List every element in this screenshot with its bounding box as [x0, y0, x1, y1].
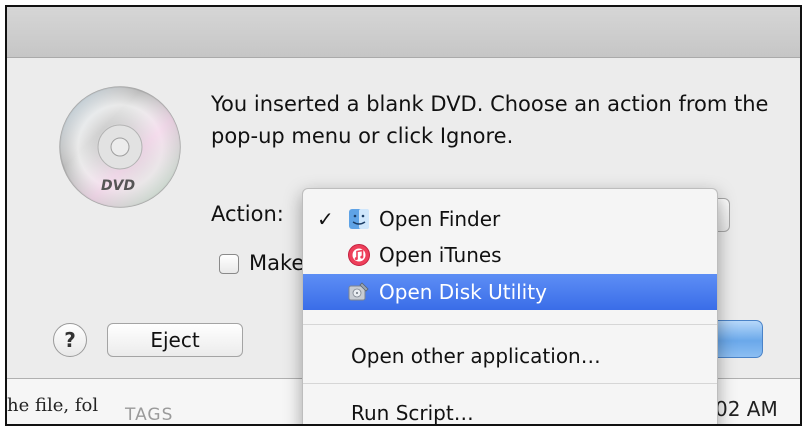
checkmark-icon: ✓ — [317, 207, 334, 231]
make-default-checkbox[interactable] — [219, 254, 239, 274]
menu-item-run-script[interactable]: Run Script… — [303, 395, 717, 425]
menu-item-label: Run Script… — [351, 401, 474, 425]
menu-separator — [303, 383, 717, 384]
dvd-disc-icon: DVD — [59, 86, 181, 208]
disk-utility-icon — [348, 282, 369, 301]
menu-item-open-finder[interactable]: ✓ Open Finder — [303, 201, 717, 237]
menu-item-open-other-application[interactable]: Open other application… — [303, 338, 717, 374]
dialog-titlebar — [7, 7, 800, 58]
menu-item-label: Open iTunes — [379, 243, 502, 267]
background-file-text: he file, fol — [7, 395, 99, 416]
menu-item-open-itunes[interactable]: Open iTunes — [303, 237, 717, 273]
menu-separator — [303, 324, 717, 325]
action-popup-menu: ✓ Open Finder Open iTunes Open Disk Util… — [302, 188, 718, 425]
menu-item-open-disk-utility[interactable]: Open Disk Utility — [303, 274, 717, 310]
menu-item-label: Open Disk Utility — [379, 280, 547, 304]
help-button[interactable]: ? — [53, 323, 87, 357]
dialog-message: You inserted a blank DVD. Choose an acti… — [211, 92, 769, 148]
checkbox-label: Make — [249, 251, 305, 275]
screenshot-frame: DVD You inserted a blank DVD. Choose an … — [5, 5, 802, 426]
itunes-icon — [348, 244, 370, 266]
action-label: Action: — [211, 202, 284, 226]
eject-button[interactable]: Eject — [107, 323, 243, 357]
finder-icon — [349, 209, 369, 229]
background-time-text: 02 AM — [715, 397, 778, 421]
background-tags-label: TAGS — [125, 405, 174, 425]
dvd-icon-text: DVD — [101, 178, 135, 194]
menu-item-label: Open other application… — [351, 344, 601, 368]
menu-item-label: Open Finder — [379, 207, 501, 231]
